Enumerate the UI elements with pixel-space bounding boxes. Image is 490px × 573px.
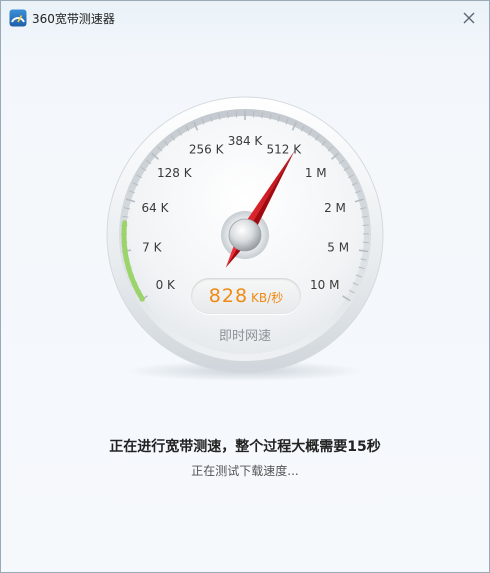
gauge-tick-label: 10 M: [310, 278, 339, 292]
gauge-tick-label: 256 K: [189, 142, 225, 156]
gauge-tick-label: 7 K: [142, 240, 162, 254]
gauge-tick-label: 128 K: [157, 166, 193, 180]
gauge-tick-label: 5 M: [327, 240, 349, 254]
title-bar: 360宽带测速器: [1, 1, 489, 35]
speed-unit: KB/秒: [251, 291, 284, 305]
speed-readout: 828 KB/秒: [191, 278, 301, 314]
gauge-tick-label: 512 K: [267, 142, 303, 156]
close-button[interactable]: [457, 7, 481, 29]
close-icon: [463, 12, 475, 24]
gauge-tick-label: 1 M: [305, 166, 327, 180]
speed-gauge: 0 K 7 K 64 K 128 K 256 K 384 K 512 K1 M 2 M 5 M 1…: [1, 35, 489, 395]
status-main-text: 正在进行宽带测速，整个过程大概需要15秒: [109, 439, 381, 455]
window-title: 360宽带测速器: [32, 12, 115, 26]
gauge-caption: 即时网速: [218, 329, 271, 344]
speed-value: 828: [208, 285, 249, 307]
gauge-hub: [228, 218, 262, 252]
360-speed-logo-icon: [9, 9, 27, 27]
gauge-tick-label: 2 M: [324, 201, 346, 215]
gauge-tick-label: 0 K: [156, 278, 176, 292]
gauge-tick-label: 384 K: [228, 134, 264, 148]
gauge-tick-label: 64 K: [142, 201, 170, 215]
status-sub-text: 正在测试下载速度...: [191, 464, 299, 478]
app-window: 360宽带测速器 0 K 7 K 64 K 128 K 256 K 384 K …: [0, 0, 490, 573]
